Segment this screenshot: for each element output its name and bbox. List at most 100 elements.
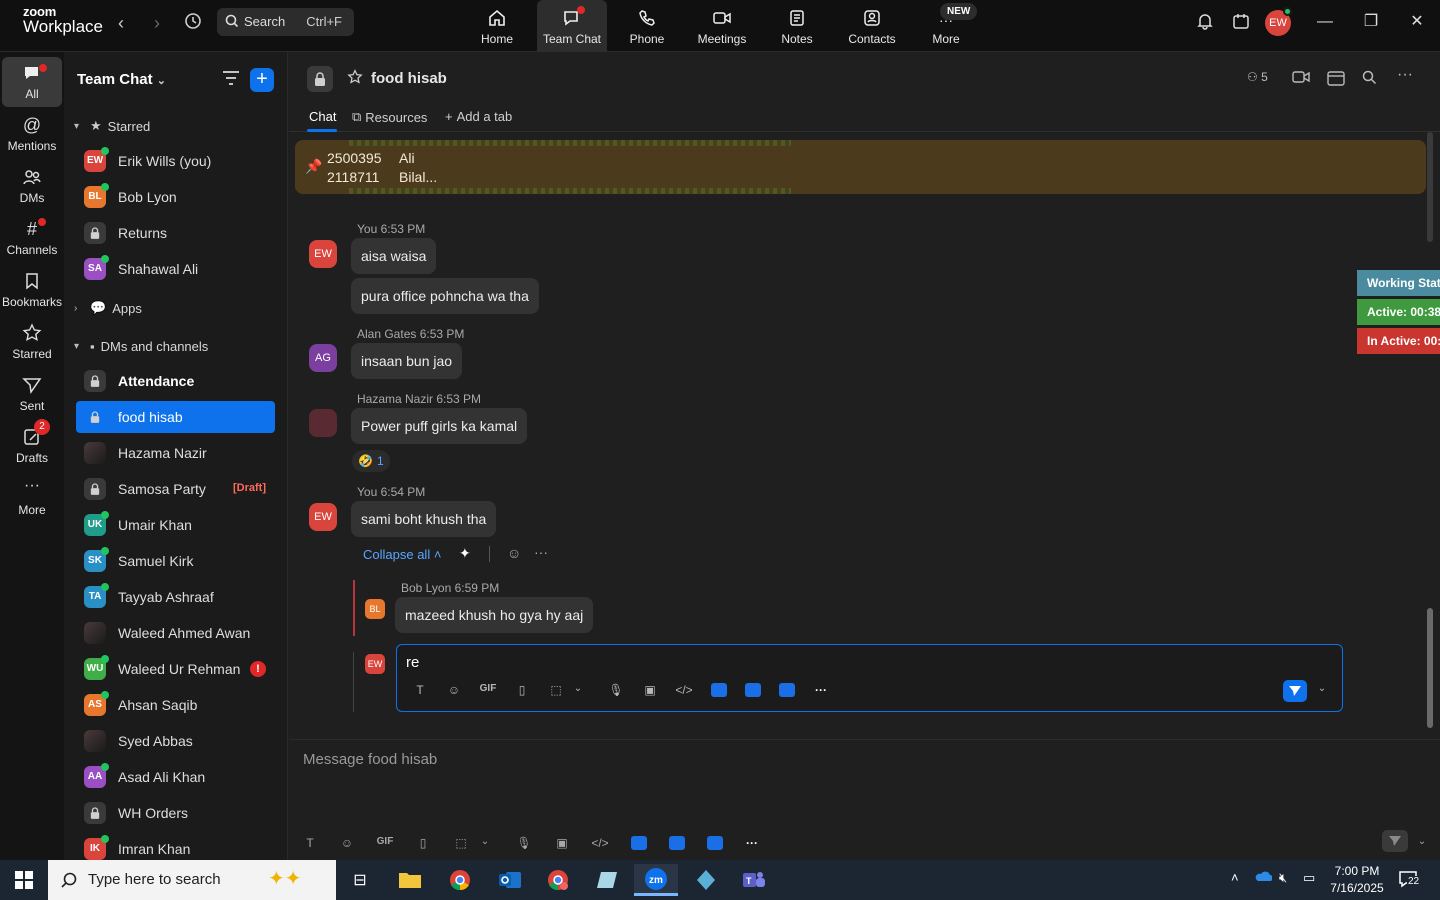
chrome-icon[interactable] [438,864,482,896]
chevron-down-icon[interactable]: ⌄ [1411,836,1433,854]
sidebar-title[interactable]: Team Chat ⌄ [77,71,166,88]
app-icon-docs[interactable] [708,683,730,701]
reply-input-text[interactable]: re [406,654,419,671]
file-explorer-icon[interactable] [388,864,432,896]
ellipsis-icon[interactable]: ··· [741,836,763,854]
sidebar-item[interactable]: food hisab [76,401,275,433]
rail-starred[interactable]: Starred [2,317,62,367]
emoji-icon[interactable]: ☺ [336,836,358,854]
rail-drafts[interactable]: 2 Drafts [2,419,62,471]
reply-bubble[interactable]: mazeed khush ho gya hy aaj [395,597,594,633]
nav-team-chat[interactable]: Team Chat [537,0,607,52]
reaction-chip[interactable]: 🤣 1 [352,450,390,472]
sidebar-item[interactable]: UK Umair Khan [76,509,275,541]
forward-arrow-icon[interactable]: › [143,12,171,36]
sidebar-item[interactable]: WH Orders [76,797,275,829]
sidebar-item[interactable]: IK Imran Khan [76,833,275,860]
sidebar-item[interactable]: Hazama Nazir [76,437,275,469]
rail-dms[interactable]: DMs [2,161,62,211]
system-clock[interactable]: 7:00 PM 7/16/2025 [1326,863,1388,897]
nav-phone[interactable]: Phone [612,0,682,52]
sidebar-item[interactable]: Returns [76,217,275,249]
search-box[interactable]: Search Ctrl+F [217,8,354,36]
send-button-disabled[interactable] [1382,830,1408,852]
chrome-profile-icon[interactable] [536,864,580,896]
app-icon-zoom[interactable] [742,683,764,701]
emoji-reaction-icon[interactable]: ☺ [507,545,521,561]
ellipsis-icon[interactable]: ··· [534,544,548,560]
outlook-icon[interactable] [488,864,532,896]
scrollbar-thumb[interactable] [1427,608,1433,728]
restore-icon[interactable]: ❐ [1356,10,1386,36]
text-format-icon[interactable]: T [299,836,321,854]
message-composer[interactable]: Message food hisab T ☺ GIF ▯ ⬚ ⌄ 🎙︎ ▣ </… [289,739,1440,860]
sidebar-item[interactable]: AA Asad Ali Khan [76,761,275,793]
screenshot-icon[interactable]: ⬚ [450,836,472,854]
composer-placeholder[interactable]: Message food hisab [303,751,437,768]
sidebar-item[interactable]: Attendance [76,365,275,397]
nav-meetings[interactable]: Meetings [687,0,757,52]
new-chat-button[interactable]: + [250,68,274,92]
message-bubble[interactable]: sami boht khush tha [351,501,497,537]
avatar[interactable]: AG [309,344,337,372]
calendar-box-icon[interactable] [1227,12,1255,36]
windows-start-icon[interactable] [2,864,46,896]
teams-icon[interactable]: T [732,864,776,896]
code-icon[interactable]: </> [673,683,695,701]
file-icon[interactable]: ▯ [412,836,434,854]
rail-all[interactable]: All [2,57,62,107]
video-message-icon[interactable]: ▣ [639,683,661,701]
taskbar-search[interactable]: Type here to search ✦✦ [48,860,336,900]
close-icon[interactable]: ✕ [1402,10,1432,36]
sidebar-item[interactable]: AS Ahsan Saqib [76,689,275,721]
avatar[interactable]: BL [365,599,385,619]
sidebar-item[interactable]: WU Waleed Ur Rehman! [76,653,275,685]
message-bubble[interactable]: pura office pohncha wa tha [351,278,539,314]
chevron-down-icon[interactable]: ⌄ [474,836,496,854]
code-icon[interactable]: </> [589,836,611,854]
onedrive-icon[interactable] [1254,870,1273,885]
tab-chat[interactable]: Chat [309,109,336,124]
file-icon[interactable]: ▯ [511,683,533,701]
ellipsis-icon[interactable]: ··· [810,683,832,701]
app-icon-docs[interactable] [628,836,650,854]
gif-icon[interactable]: GIF [374,836,396,854]
message-bubble[interactable]: aisa waisa [351,238,437,274]
channel-name[interactable]: food hisab [371,70,447,87]
send-button[interactable] [1283,680,1307,702]
avatar[interactable]: EW [309,503,337,531]
sidebar-item[interactable]: Syed Abbas [76,725,275,757]
text-format-icon[interactable]: T [409,683,431,701]
nav-contacts[interactable]: Contacts [837,0,907,52]
star-outline-icon[interactable] [347,69,363,90]
calendar-icon[interactable] [1327,70,1345,89]
speaker-muted-icon[interactable]: 🔇︎ [1279,870,1287,886]
tab-resources[interactable]: ⧉ Resources [352,109,427,125]
section-starred[interactable]: ▾ ★ Starred [74,114,150,138]
message-bubble[interactable]: insaan bun jao [351,343,463,379]
screenshot-icon[interactable]: ⬚ [545,683,567,701]
avatar[interactable]: EW [309,240,337,268]
section-apps[interactable]: › 💬 Apps [74,296,142,320]
app-icon-whiteboard[interactable] [704,836,726,854]
app-diamond-icon[interactable] [684,864,728,896]
ellipsis-icon[interactable]: ··· [1397,66,1413,84]
sidebar-item[interactable]: BL Bob Lyon [76,181,275,213]
chevron-up-icon[interactable]: ˄ [1231,870,1239,885]
rail-mentions[interactable]: @ Mentions [2,109,62,159]
scrollbar[interactable] [1427,132,1433,832]
tab-add[interactable]: + Add a tab [445,109,512,124]
members-button[interactable]: ⚇ 5 [1247,70,1268,84]
sidebar-item[interactable]: SK Samuel Kirk [76,545,275,577]
sidebar-item[interactable]: EW Erik Wills (you) [76,145,275,177]
rail-sent[interactable]: Sent [2,369,62,419]
nav-notes[interactable]: Notes [762,0,832,52]
avatar[interactable] [309,409,337,437]
rail-channels[interactable]: # Channels [2,213,62,263]
message-bubble[interactable]: Power puff girls ka kamal [351,408,528,444]
chevron-down-icon[interactable]: ⌄ [1311,683,1333,701]
rail-more[interactable]: ··· More [2,473,62,523]
search-icon[interactable] [1362,70,1377,88]
video-call-icon[interactable] [1292,70,1310,87]
collapse-all-link[interactable]: Collapse all ˄ [363,547,441,562]
